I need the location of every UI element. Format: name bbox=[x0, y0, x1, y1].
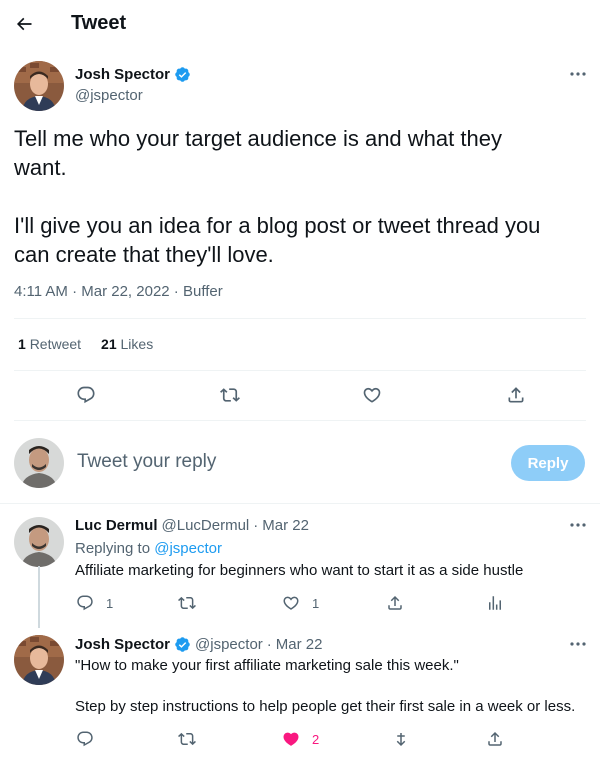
retweets-count: 1 bbox=[18, 336, 26, 352]
retweet-icon bbox=[178, 596, 196, 610]
separator-dot: · bbox=[266, 636, 272, 653]
reply-reply-action[interactable]: 1 bbox=[76, 594, 113, 612]
reply-button[interactable]: Reply bbox=[511, 445, 585, 481]
retweet-action[interactable] bbox=[220, 385, 240, 405]
verified-badge-icon bbox=[175, 67, 190, 82]
likes-count: 21 bbox=[101, 336, 117, 352]
more-icon bbox=[570, 72, 586, 76]
reply-like-action-liked[interactable]: 2 bbox=[282, 730, 319, 748]
reply-text-line-2: Step by step instructions to help people… bbox=[75, 698, 576, 715]
reply-reply-action[interactable] bbox=[76, 730, 94, 748]
more-icon bbox=[570, 523, 586, 527]
thread-connector-line bbox=[38, 566, 40, 628]
share-icon bbox=[508, 387, 524, 403]
reply-composer: Reply bbox=[0, 432, 600, 494]
like-filled-icon bbox=[283, 732, 299, 746]
divider bbox=[0, 503, 600, 504]
current-user-avatar[interactable] bbox=[14, 438, 64, 488]
reply-like-action[interactable]: 1 bbox=[282, 594, 319, 612]
unretweet-icon bbox=[396, 733, 406, 747]
author-handle[interactable]: @jspector bbox=[75, 87, 143, 104]
reply-icon bbox=[77, 595, 93, 611]
like-icon bbox=[363, 387, 381, 403]
replying-to-handle[interactable]: @jspector bbox=[154, 540, 222, 557]
separator-dot: · bbox=[253, 517, 259, 534]
retweet-icon bbox=[220, 388, 240, 402]
reply-unretweet-action[interactable] bbox=[392, 730, 410, 748]
reply-header: Luc Dermul @LucDermul · Mar 22 bbox=[75, 517, 309, 534]
reply-analytics-action[interactable] bbox=[486, 594, 504, 612]
reply-input[interactable] bbox=[77, 451, 477, 473]
reply-like-count: 2 bbox=[312, 731, 320, 747]
divider bbox=[14, 370, 586, 371]
likes-label: Likes bbox=[120, 336, 154, 352]
reply-icon bbox=[77, 386, 95, 404]
reply-text-line-1: "How to make your first affiliate market… bbox=[75, 657, 459, 674]
reply-share-action[interactable] bbox=[386, 594, 404, 612]
retweets-label: Retweet bbox=[29, 336, 82, 352]
reply-more-button[interactable] bbox=[566, 517, 590, 533]
tweet-timestamp[interactable]: 4:11 AM · Mar 22, 2022 · Buffer bbox=[14, 283, 223, 300]
reply-more-button[interactable] bbox=[566, 636, 590, 652]
reply-retweet-action[interactable] bbox=[178, 730, 196, 748]
reply-date[interactable]: Mar 22 bbox=[276, 636, 323, 653]
share-icon bbox=[488, 731, 502, 746]
reply-date[interactable]: Mar 22 bbox=[262, 517, 309, 534]
reply-count: 1 bbox=[106, 595, 114, 611]
author-avatar[interactable] bbox=[14, 61, 64, 111]
more-button[interactable] bbox=[566, 66, 590, 82]
reply-author-name[interactable]: Luc Dermul bbox=[75, 517, 158, 534]
share-action[interactable] bbox=[506, 385, 526, 405]
analytics-icon bbox=[489, 596, 501, 610]
tweet-text: Tell me who your target audience is and … bbox=[14, 126, 541, 267]
back-button[interactable] bbox=[8, 8, 40, 40]
reply-share-action[interactable] bbox=[486, 730, 504, 748]
reply-author-name[interactable]: Josh Spector bbox=[75, 636, 170, 653]
reply-action[interactable] bbox=[76, 385, 96, 405]
retweet-icon bbox=[178, 732, 196, 746]
likes-stat[interactable]: 21 Likes bbox=[101, 336, 153, 352]
reply-icon bbox=[77, 731, 93, 747]
author-name[interactable]: Josh Spector bbox=[75, 66, 191, 83]
divider bbox=[14, 318, 586, 319]
header-bar: Tweet bbox=[0, 0, 600, 48]
reply-author-handle[interactable]: @LucDermul bbox=[162, 517, 250, 534]
retweets-stat[interactable]: 1 Retweet bbox=[18, 336, 81, 352]
reply-avatar[interactable] bbox=[14, 635, 64, 685]
author-name-text: Josh Spector bbox=[75, 66, 171, 83]
share-icon bbox=[388, 595, 402, 610]
verified-badge-icon bbox=[175, 637, 190, 652]
reply-text: Affiliate marketing for beginners who wa… bbox=[75, 562, 524, 579]
reply-author-handle[interactable]: @jspector bbox=[195, 636, 263, 653]
reply-like-count: 1 bbox=[312, 595, 320, 611]
tweet-stats: 1 Retweet 21 Likes bbox=[18, 336, 153, 352]
reply-retweet-action[interactable] bbox=[178, 594, 196, 612]
divider bbox=[14, 420, 586, 421]
reply-avatar[interactable] bbox=[14, 517, 64, 567]
back-arrow-icon bbox=[16, 17, 32, 31]
reply-header: Josh Spector @jspector · Mar 22 bbox=[75, 636, 322, 653]
like-action[interactable] bbox=[362, 385, 382, 405]
page-title: Tweet bbox=[71, 12, 127, 34]
more-icon bbox=[570, 642, 586, 646]
like-icon bbox=[283, 596, 299, 610]
replying-to: Replying to @jspector bbox=[75, 540, 222, 557]
replying-to-label: Replying to bbox=[75, 540, 151, 557]
